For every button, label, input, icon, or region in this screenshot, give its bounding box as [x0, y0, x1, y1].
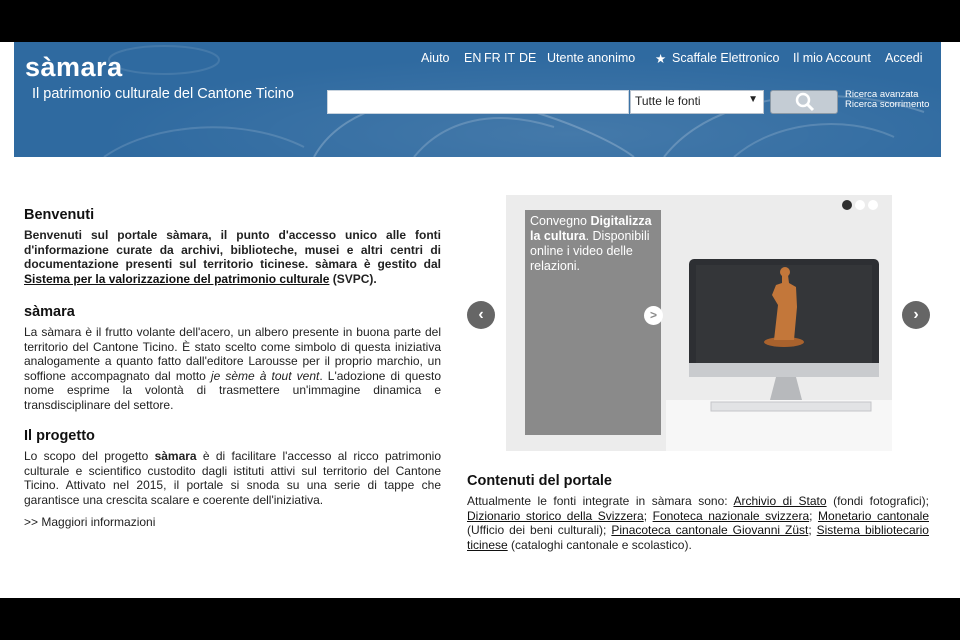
- carousel-dot-2[interactable]: [855, 200, 865, 210]
- carousel-dot-1[interactable]: [842, 200, 852, 210]
- header-banner: sàmara Il patrimonio culturale del Canto…: [14, 42, 941, 157]
- portal-p4: ;: [809, 508, 819, 523]
- portal-p1: Attualmente le fonti integrate in sàmara…: [467, 494, 734, 508]
- site-logo[interactable]: sàmara: [25, 52, 123, 83]
- search-input[interactable]: [327, 90, 629, 114]
- samara-motto: je sème à tout vent: [210, 368, 320, 383]
- portal-p2: (fondi fotografici);: [826, 494, 929, 508]
- search-icon: [795, 92, 815, 112]
- site-tagline: Il patrimonio culturale del Cantone Tici…: [32, 86, 294, 102]
- chevron-down-icon: ▼: [748, 94, 758, 105]
- project-title: Il progetto: [24, 428, 95, 444]
- link-archivio-di-stato[interactable]: Archivio di Stato: [733, 494, 826, 508]
- lang-de[interactable]: DE: [519, 51, 536, 65]
- svpc-link[interactable]: Sistema per la valorizzazione del patrim…: [24, 272, 329, 286]
- portal-contents-text: Attualmente le fonti integrate in sàmara…: [467, 494, 929, 552]
- more-info-link[interactable]: >> Maggiori informazioni: [24, 515, 441, 530]
- lang-fr[interactable]: FR: [484, 51, 501, 65]
- slide-link-icon[interactable]: >: [644, 306, 663, 325]
- samara-text: La sàmara è il frutto volante dell'acero…: [24, 325, 441, 412]
- lang-en[interactable]: EN: [464, 51, 481, 65]
- link-pinacoteca-zust[interactable]: Pinacoteca cantonale Giovanni Züst: [611, 523, 808, 537]
- account-link[interactable]: Il mio Account: [793, 51, 871, 65]
- project-text-a: Lo scopo del progetto: [24, 449, 155, 463]
- link-dizionario-storico[interactable]: Dizionario storico della Svizzera: [467, 509, 644, 523]
- portal-p6: ;: [808, 523, 817, 537]
- samara-title: sàmara: [24, 304, 75, 320]
- portal-p5: (Ufficio dei beni culturali);: [467, 523, 612, 537]
- welcome-text-body: Benvenuti sul portale sàmara, il punto d…: [24, 228, 441, 271]
- star-icon: ★: [655, 52, 667, 66]
- carousel-next-icon[interactable]: ›: [902, 301, 930, 329]
- page: sàmara Il patrimonio culturale del Canto…: [0, 42, 960, 598]
- source-select[interactable]: Tutte le fonti ▼: [630, 90, 764, 114]
- project-text: Lo scopo del progetto sàmara è di facili…: [24, 449, 441, 507]
- welcome-text-suffix: (SVPC).: [329, 271, 377, 286]
- welcome-title: Benvenuti: [24, 207, 95, 223]
- carousel-prev-icon[interactable]: ‹: [467, 301, 495, 329]
- project-brand: sàmara: [154, 449, 197, 463]
- carousel-caption: Convegno Digitalizza la cultura. Disponi…: [525, 210, 663, 435]
- caption-a: Convegno: [530, 214, 591, 228]
- anonymous-user[interactable]: Utente anonimo: [547, 51, 635, 65]
- search-button[interactable]: [770, 90, 838, 114]
- link-fonoteca-nazionale[interactable]: Fonoteca nazionale svizzera: [653, 509, 810, 523]
- portal-p3: ;: [643, 508, 653, 523]
- browse-search-link[interactable]: Ricerca scorrimento: [845, 100, 929, 110]
- carousel-dot-3[interactable]: [868, 200, 878, 210]
- link-monetario-cantonale[interactable]: Monetario cantonale: [818, 509, 929, 523]
- source-select-value: Tutte le fonti: [635, 94, 701, 108]
- help-link[interactable]: Aiuto: [421, 51, 450, 65]
- portal-contents-title: Contenuti del portale: [467, 473, 612, 489]
- login-link[interactable]: Accedi: [885, 51, 923, 65]
- portal-p7: (cataloghi cantonale e scolastico).: [507, 537, 692, 552]
- welcome-text: Benvenuti sul portale sàmara, il punto d…: [24, 228, 441, 286]
- lang-it[interactable]: IT: [504, 51, 515, 65]
- carousel-slide[interactable]: Convegno Digitalizza la cultura. Disponi…: [506, 195, 892, 451]
- shelf-link[interactable]: Scaffale Elettronico: [672, 51, 779, 65]
